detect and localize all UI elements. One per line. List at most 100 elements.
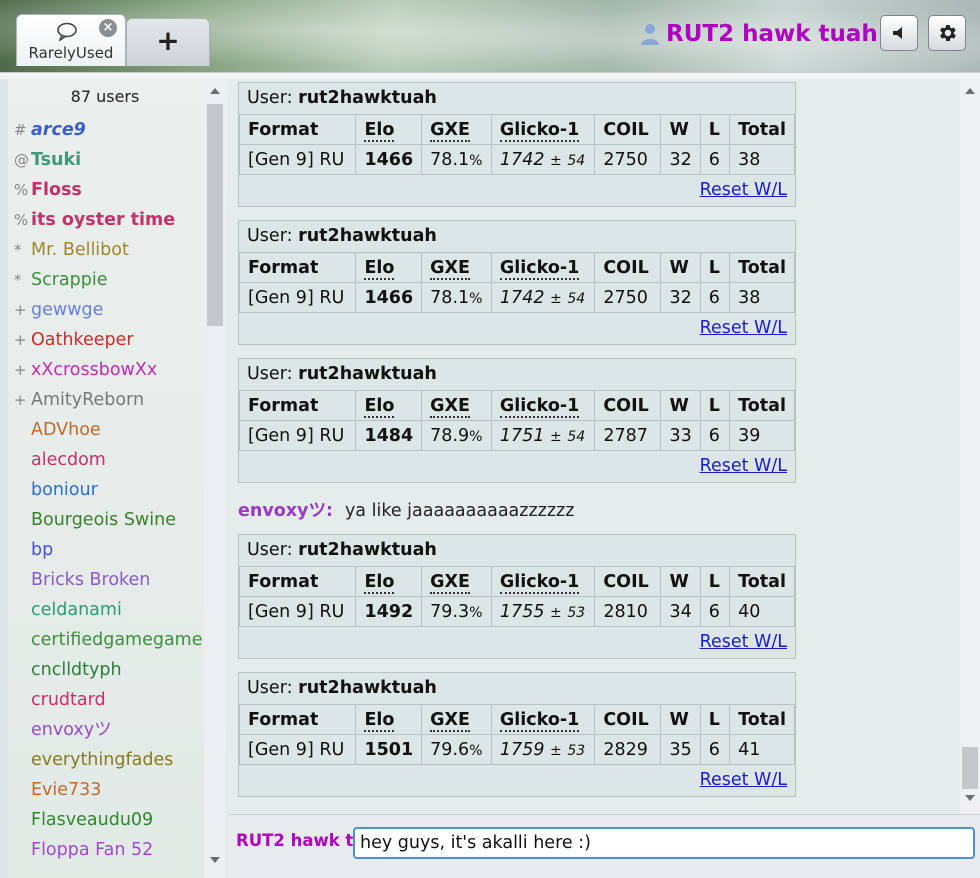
user-list-item[interactable]: boniour — [14, 475, 210, 505]
user-list-item[interactable]: Flasveaudu09 — [14, 805, 210, 835]
rating-table: Format Elo GXE Glicko-1 COIL W L Total [Gen 9] R… — [238, 704, 795, 765]
user-list-item[interactable]: + AmityReborn — [14, 385, 210, 415]
user-list-scrollbar[interactable] — [204, 79, 226, 878]
user-list-item[interactable]: Evie733 — [14, 775, 210, 805]
user-list-panel: 87 users # arce9 @ Tsuki% Floss% its oyster t… — [8, 79, 229, 878]
user-list-item[interactable]: + Oathkeeper — [14, 325, 210, 355]
chat-input[interactable] — [353, 827, 975, 859]
reset-wl-link[interactable]: Reset W/L — [700, 632, 787, 652]
user-list-item[interactable]: + gewwge — [14, 295, 210, 325]
table-row: [Gen 9] RU 1492 79.3% 1755 ± 53 2810 34 6 40 — [238, 596, 795, 627]
glicko-value: 1742 — [499, 149, 545, 170]
chat-log: envoxyツ: ya like jaaaaaaaaaazzzzzz User: … — [228, 79, 980, 814]
user-list-item[interactable]: Bricks Broken — [14, 565, 210, 595]
column-header-w: W — [660, 704, 701, 735]
column-header-text: GXE — [430, 119, 470, 142]
reset-wl-link[interactable]: Reset W/L — [700, 180, 787, 200]
coil-cell: 2787 — [594, 420, 662, 451]
sound-button[interactable] — [880, 15, 918, 51]
user-list-item[interactable]: # arce9 — [14, 115, 210, 145]
gxe-percent: % — [469, 742, 483, 759]
wins-cell: 34 — [660, 596, 701, 627]
gxe-cell: 78.1% — [421, 144, 492, 175]
column-header-text: Format — [248, 395, 319, 416]
coil-cell: 2829 — [594, 734, 662, 765]
column-header-elo: Elo — [355, 566, 423, 597]
reset-row: Reset W/L — [239, 313, 795, 344]
column-header-format: Format — [238, 114, 357, 145]
user-list-item[interactable]: cnclldtyph — [14, 655, 210, 685]
wins-cell: 32 — [660, 282, 701, 313]
user-list-item[interactable]: % its oyster time — [14, 205, 210, 235]
user-list-item[interactable]: bp — [14, 535, 210, 565]
message-text: ya like jaaaaaaaaaazzzzzz — [344, 501, 575, 521]
scrollbar-thumb[interactable] — [207, 104, 223, 326]
column-header-text: Glicko-1 — [499, 257, 580, 280]
scroll-up-arrow-icon[interactable] — [965, 88, 975, 94]
glicko-value: 1759 — [499, 739, 545, 760]
user-name: Flasveaudu09 — [31, 810, 154, 830]
column-header-text: Format — [248, 709, 319, 730]
scroll-down-arrow-icon[interactable] — [965, 795, 975, 801]
losses-cell: 6 — [699, 596, 731, 627]
settings-button[interactable] — [928, 15, 966, 51]
glicko-cell: 1759 ± 53 — [490, 734, 596, 765]
reset-wl-link[interactable]: Reset W/L — [700, 770, 787, 790]
tab-rarelyused[interactable]: × RarelyUsed — [16, 14, 126, 66]
user-list-item[interactable]: * Mr. Bellibot — [14, 235, 210, 265]
scroll-down-arrow-icon[interactable] — [210, 857, 220, 863]
column-header-text: COIL — [603, 709, 649, 730]
top-header: × RarelyUsed + RUT2 hawk tuah — [0, 0, 980, 72]
user-list-item[interactable]: + xXcrossbowXx — [14, 355, 210, 385]
column-header-text: Elo — [364, 395, 395, 418]
user-rank-symbol: % — [14, 181, 29, 199]
close-tab-icon[interactable]: × — [99, 19, 117, 37]
reset-wl-link[interactable]: Reset W/L — [700, 318, 787, 338]
user-list-item[interactable]: everythingfades — [14, 745, 210, 775]
user-list-item[interactable]: Bourgeois Swine — [14, 505, 210, 535]
column-header-text: W — [669, 571, 689, 592]
user-list-item[interactable]: ADVhoe — [14, 415, 210, 445]
user-list-item[interactable]: envoxyツ — [14, 715, 210, 745]
user-list-item[interactable]: celdanami — [14, 595, 210, 625]
scroll-up-arrow-icon[interactable] — [210, 88, 220, 94]
column-header-text: COIL — [603, 257, 649, 278]
table-header-row: Format Elo GXE Glicko-1 COIL W L Total — [238, 704, 795, 735]
column-header-l: L — [699, 114, 731, 145]
format-cell: [Gen 9] RU — [238, 282, 357, 313]
gxe-cell: 79.6% — [421, 734, 492, 765]
glicko-deviation: 53 — [567, 604, 586, 621]
user-name: Oathkeeper — [31, 330, 134, 350]
user-list-item[interactable]: alecdom — [14, 445, 210, 475]
glicko-deviation: 54 — [567, 152, 586, 169]
current-user-button[interactable]: RUT2 hawk tuah — [640, 18, 878, 50]
user-rank-symbol: % — [14, 211, 29, 229]
column-header-l: L — [699, 390, 731, 421]
column-header-text: Glicko-1 — [499, 395, 580, 418]
user-rank-symbol: + — [14, 331, 27, 349]
elo-cell: 1466 — [355, 144, 423, 175]
user-list-item[interactable]: * Scrappie — [14, 265, 210, 295]
chat-scrollbar[interactable] — [960, 79, 980, 814]
user-list-item[interactable]: crudtard — [14, 685, 210, 715]
user-list-item[interactable]: certifiedgamegamer — [14, 625, 210, 655]
column-header-text: L — [708, 119, 720, 140]
glicko-cell: 1742 ± 54 — [490, 282, 596, 313]
scrollbar-thumb[interactable] — [962, 747, 978, 789]
user-label: User: — [247, 88, 293, 108]
add-tab-button[interactable]: + — [126, 18, 210, 66]
column-header-text: Total — [738, 571, 786, 592]
column-header-text: Format — [248, 571, 319, 592]
user-list-item[interactable]: Floppa Fan 52 — [14, 835, 210, 865]
column-header-gxe: GXE — [421, 390, 492, 421]
reset-row: Reset W/L — [239, 175, 795, 206]
column-header-gxe: GXE — [421, 114, 492, 145]
user-list-item[interactable]: @ Tsuki — [14, 145, 210, 175]
rating-user-header: User: rut2hawktuah — [239, 83, 795, 114]
user-list-item[interactable]: % Floss — [14, 175, 210, 205]
column-header-l: L — [699, 566, 731, 597]
column-header-gxe: GXE — [421, 566, 492, 597]
rating-user-header: User: rut2hawktuah — [239, 535, 795, 566]
reset-wl-link[interactable]: Reset W/L — [700, 456, 787, 476]
message-sender[interactable]: envoxyツ: — [238, 501, 333, 521]
